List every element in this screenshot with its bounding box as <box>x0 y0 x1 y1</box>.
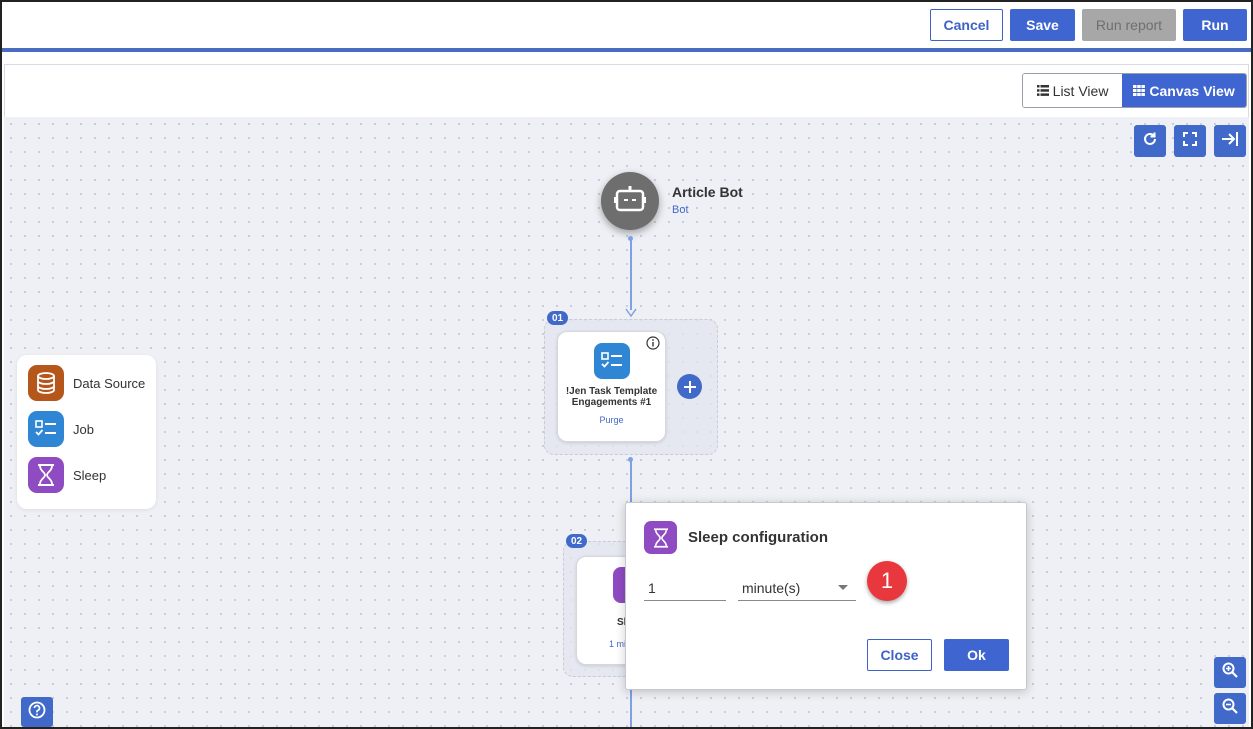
grid-icon <box>1133 83 1146 99</box>
step-callout-badge: 1 <box>867 561 907 601</box>
top-toolbar: Cancel Save Run report Run <box>0 0 1253 50</box>
bot-node[interactable] <box>601 172 659 230</box>
step-badge: 01 <box>547 311 569 325</box>
task-title-line2: Engagements #1 <box>571 397 652 408</box>
run-button[interactable]: Run <box>1183 9 1247 41</box>
add-step-button[interactable] <box>677 374 702 399</box>
palette-item-sleep[interactable]: Sleep <box>28 457 106 493</box>
sleep-amount-input[interactable] <box>644 575 726 601</box>
zoom-in-icon <box>1222 662 1238 683</box>
zoom-out-icon <box>1222 698 1238 719</box>
task-subtitle: Purge <box>599 415 624 425</box>
sleep-card-subtitle: 1 mi <box>609 639 627 649</box>
collapse-panel-button[interactable] <box>1214 125 1246 157</box>
canvas-view-button[interactable]: Canvas View <box>1122 74 1246 107</box>
hourglass-icon <box>28 457 64 493</box>
palette-label: Job <box>73 421 94 437</box>
help-button[interactable] <box>21 697 53 727</box>
hourglass-icon <box>644 521 677 554</box>
connector-line <box>630 459 632 505</box>
robot-icon <box>614 185 646 218</box>
dialog-title: Sleep configuration <box>688 529 829 546</box>
plus-icon <box>683 377 696 397</box>
refresh-icon <box>1142 131 1158 152</box>
save-button[interactable]: Save <box>1010 9 1075 41</box>
task-title-line1: !Jen Task Template <box>565 386 658 397</box>
bot-type: Bot <box>672 204 689 216</box>
connector-line <box>630 238 632 310</box>
list-icon <box>1036 83 1049 99</box>
database-icon <box>28 365 64 401</box>
refresh-button[interactable] <box>1134 125 1166 157</box>
canvas-view-label: Canvas View <box>1149 82 1235 99</box>
checklist-icon <box>28 411 64 447</box>
run-report-button[interactable]: Run report <box>1082 9 1176 41</box>
list-view-label: List View <box>1052 82 1109 99</box>
ok-button[interactable]: Ok <box>944 639 1009 671</box>
sleep-unit-select[interactable]: minute(s) <box>738 575 856 601</box>
bot-title: Article Bot <box>672 184 743 200</box>
list-view-button[interactable]: List View <box>1023 74 1123 107</box>
help-icon <box>28 701 46 724</box>
checklist-icon <box>594 343 630 379</box>
sleep-configuration-dialog: Sleep configuration minute(s) 1 Close Ok <box>625 502 1027 690</box>
info-icon[interactable] <box>646 336 660 355</box>
palette-label: Data Source <box>73 375 146 391</box>
view-toggle: List View Canvas View <box>1022 73 1247 108</box>
connector-line <box>630 688 632 728</box>
cancel-button[interactable]: Cancel <box>930 9 1003 41</box>
step-badge: 02 <box>566 534 588 548</box>
node-palette: Data Source Job Sleep <box>17 355 156 509</box>
zoom-in-button[interactable] <box>1214 657 1246 688</box>
fullscreen-icon <box>1183 131 1197 151</box>
close-button[interactable]: Close <box>867 639 932 671</box>
palette-item-job[interactable]: Job <box>28 411 94 447</box>
fullscreen-button[interactable] <box>1174 125 1206 157</box>
caret-down-icon <box>838 585 848 590</box>
zoom-out-button[interactable] <box>1214 693 1246 724</box>
task-card[interactable]: !Jen Task Template Engagements #1 Purge <box>557 331 666 442</box>
toolbar-divider <box>2 48 1251 52</box>
palette-label: Sleep <box>73 467 107 483</box>
sleep-unit-value: minute(s) <box>742 579 801 596</box>
collapse-panel-icon <box>1221 131 1239 152</box>
palette-item-data-source[interactable]: Data Source <box>28 365 145 401</box>
